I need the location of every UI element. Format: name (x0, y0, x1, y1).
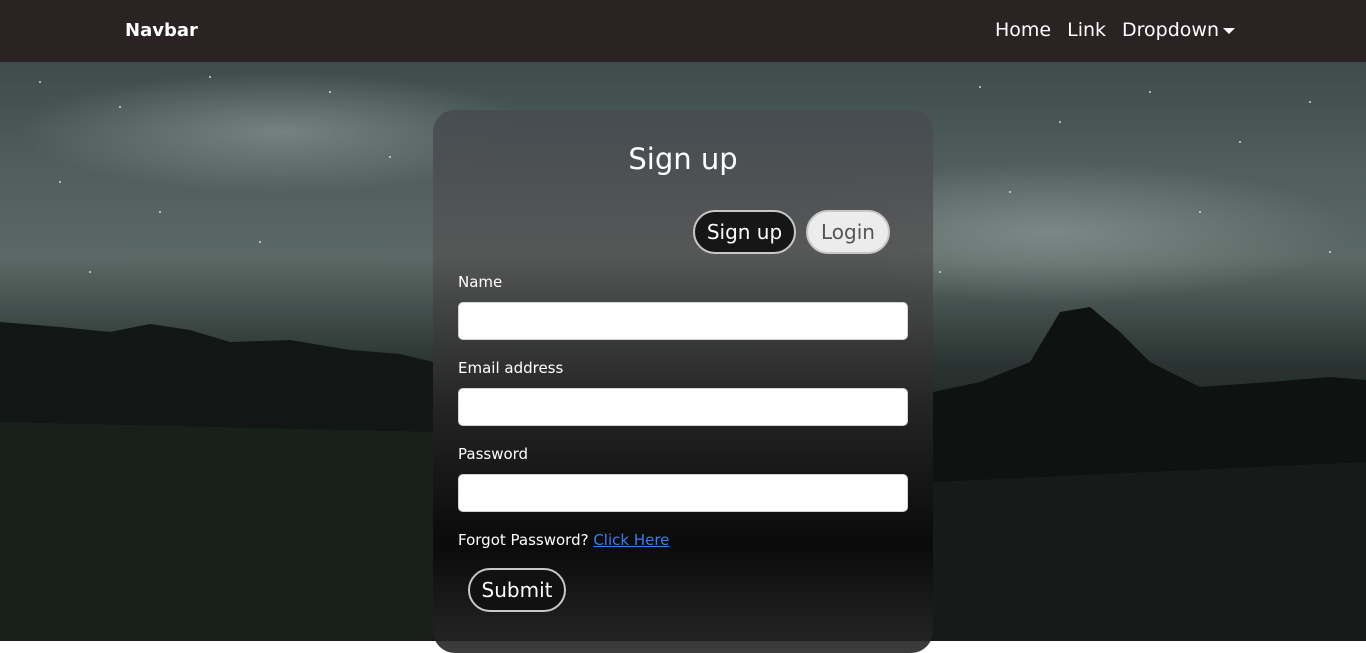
email-label: Email address (458, 359, 564, 377)
submit-button[interactable]: Submit (468, 568, 566, 612)
forgot-password-text: Forgot Password? (458, 531, 589, 549)
signup-card: Sign up Sign up Login Name Email address… (433, 110, 933, 653)
nav-link-link[interactable]: Link (1067, 19, 1106, 41)
name-input[interactable] (458, 302, 908, 340)
name-label: Name (458, 273, 503, 291)
tab-login-button[interactable]: Login (806, 210, 890, 254)
email-input[interactable] (458, 388, 908, 426)
nav-link-home[interactable]: Home (995, 19, 1051, 41)
password-input[interactable] (458, 474, 908, 512)
forgot-password-link[interactable]: Click Here (593, 531, 669, 549)
nav-dropdown-label: Dropdown (1122, 19, 1220, 41)
nav-links: Home Link Dropdown (995, 19, 1236, 41)
navbar: Navbar Home Link Dropdown (0, 0, 1366, 62)
password-label: Password (458, 445, 529, 463)
caret-down-icon (1223, 28, 1236, 34)
tab-signup-button[interactable]: Sign up (693, 210, 796, 254)
navbar-brand[interactable]: Navbar (125, 20, 198, 41)
nav-dropdown-toggle[interactable]: Dropdown (1122, 19, 1236, 41)
form-title: Sign up (628, 142, 738, 176)
forgot-password-row: Forgot Password? Click Here (458, 531, 669, 549)
